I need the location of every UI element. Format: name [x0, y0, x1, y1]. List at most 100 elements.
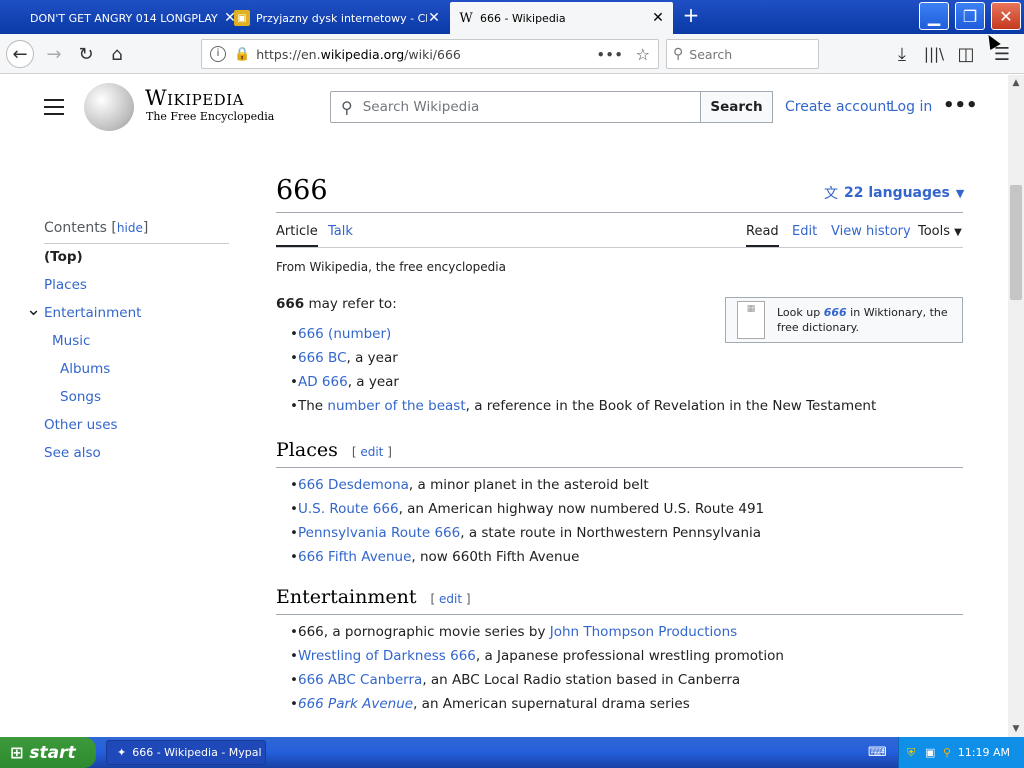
toc-item-label: (Top) [44, 249, 83, 265]
section-heading: Entertainment [ edit ] [276, 586, 963, 615]
new-tab-button[interactable]: + [680, 5, 702, 27]
item-description: , an American highway now numbered U.S. … [398, 501, 765, 517]
browser-tab-1[interactable]: DON'T GET ANGRY 014 LONGPLAY ✕ [22, 2, 245, 34]
toc-item[interactable]: Songs [44, 389, 229, 417]
minimize-button[interactable]: ▁ [919, 2, 949, 30]
bookmark-star-icon[interactable]: ☆ [636, 45, 650, 64]
item-link[interactable]: 666 Fifth Avenue [298, 549, 411, 565]
list-item: 666, a pornographic movie series by John… [276, 623, 963, 647]
toc-item-label: Other uses [44, 417, 118, 433]
forward-button[interactable]: → [40, 40, 68, 68]
toc-item-label: Places [44, 277, 87, 293]
toc-item[interactable]: Music [44, 333, 229, 361]
sidebar-button[interactable]: ◫ [952, 40, 980, 68]
wiktionary-link[interactable]: 666 [824, 306, 847, 319]
item-link[interactable]: number of the beast [327, 398, 465, 414]
list-item: 666 Park Avenue, an American supernatura… [276, 695, 963, 719]
scroll-up-icon[interactable]: ▲ [1008, 75, 1024, 91]
browser-tab-3-active[interactable]: W 666 - Wikipedia ✕ [450, 2, 673, 34]
close-tab-icon[interactable]: ✕ [427, 10, 441, 26]
item-description: , a year [346, 350, 398, 366]
list-item: Wrestling of Darkness 666, a Japanese pr… [276, 647, 963, 671]
network-icon[interactable]: ▣ [925, 746, 935, 759]
item-link[interactable]: 666 (number) [298, 326, 391, 342]
taskbar-item-mypal[interactable]: ✦ 666 - Wikipedia - Mypal [106, 740, 266, 765]
tab-talk[interactable]: Talk [328, 224, 353, 239]
tab-edit[interactable]: Edit [792, 224, 817, 239]
arrow-right-icon: → [46, 43, 62, 65]
home-button[interactable]: ⌂ [103, 40, 131, 68]
list-item: 666 (number) [276, 325, 976, 349]
toc-item[interactable]: Places [44, 277, 229, 305]
item-description: , a reference in the Book of Revelation … [465, 398, 877, 414]
create-account-link[interactable]: Create account [785, 99, 892, 115]
start-button[interactable]: ⊞ start [0, 737, 96, 768]
scroll-down-icon[interactable]: ▼ [1008, 721, 1024, 737]
drive-icon: ▣ [234, 10, 250, 26]
page-title: 666 [276, 175, 328, 206]
search-tray-icon[interactable]: ⚲ [943, 746, 951, 759]
tools-menu[interactable]: Tools ▼ [918, 224, 962, 239]
url-bar[interactable]: i 🔒 https://en.wikipedia.org/wiki/666 ••… [201, 39, 659, 69]
url-text[interactable]: https://en.wikipedia.org/wiki/666 [256, 47, 597, 62]
item-link[interactable]: AD 666 [298, 374, 348, 390]
wiki-search-button[interactable]: Search [700, 91, 773, 123]
language-button[interactable]: 文 22 languages ▼ [824, 183, 964, 203]
mypal-icon: ✦ [117, 746, 127, 759]
item-link[interactable]: 666 ABC Canberra [298, 672, 422, 688]
page-actions-icon[interactable]: ••• [597, 47, 624, 62]
item-link[interactable]: 666 BC [298, 350, 347, 366]
wikipedia-wordmark[interactable]: Wikipedia [145, 86, 244, 110]
security-shield-icon[interactable]: ⛨ [907, 746, 915, 760]
item-link[interactable]: 666 Park Avenue [298, 696, 413, 712]
toc-item[interactable]: Albums [44, 361, 229, 389]
tab-article[interactable]: Article [276, 224, 318, 247]
browser-tab-2[interactable]: ▣ Przyjazny dysk internetowy - Cho ✕ [226, 2, 449, 34]
wikipedia-globe-logo[interactable] [84, 83, 134, 131]
close-tab-icon[interactable]: ✕ [651, 10, 665, 26]
login-link[interactable]: Log in [890, 99, 932, 115]
system-tray: ⛨ ▣ ⚲ 11:19 AM [898, 737, 1024, 768]
section-edit-link[interactable]: edit [360, 445, 383, 459]
toc-item[interactable]: See also [44, 445, 229, 473]
tab-view-history[interactable]: View history [831, 224, 911, 239]
browser-search-box[interactable]: ⚲ Search [666, 39, 819, 69]
toc-item[interactable]: ⌄ Entertainment [26, 299, 229, 333]
tab-title: DON'T GET ANGRY 014 LONGPLAY [30, 11, 218, 25]
back-button[interactable]: ← [6, 40, 34, 68]
toc-item-label: See also [44, 445, 101, 461]
maximize-button[interactable]: ❐ [955, 2, 985, 30]
tab-read[interactable]: Read [746, 224, 779, 247]
wiki-search-input[interactable]: ⚲ Search Wikipedia [330, 91, 701, 123]
toc-item[interactable]: Other uses [44, 417, 229, 445]
tools-label: Tools [918, 224, 951, 239]
table-of-contents: Contents [hide] (Top) Places ⌄ Entertainmen… [26, 220, 229, 473]
item-link[interactable]: 666 Desdemona [298, 477, 409, 493]
library-button[interactable]: |||\ [920, 40, 948, 68]
section-title: Places [276, 439, 338, 461]
item-link[interactable]: U.S. Route 666 [298, 501, 399, 517]
section-list: 666, a pornographic movie series by John… [276, 623, 963, 719]
section-title: Entertainment [276, 586, 417, 608]
vertical-scrollbar[interactable]: ▲ ▼ [1008, 75, 1024, 737]
close-window-button[interactable]: ✕ [991, 2, 1021, 30]
keyboard-icon[interactable]: ⌨ [868, 745, 887, 760]
toc-item-label: Music [52, 333, 91, 349]
scrollbar-thumb[interactable] [1010, 185, 1022, 300]
item-link[interactable]: Pennsylvania Route 666 [298, 525, 460, 541]
item-description: , an ABC Local Radio station based in Ca… [422, 672, 741, 688]
section-edit-link[interactable]: edit [439, 592, 462, 606]
main-menu-button[interactable] [44, 99, 64, 115]
personal-tools-more-icon[interactable]: ••• [943, 95, 978, 116]
downloads-button[interactable]: ⤓ [888, 40, 916, 68]
item-prefix: The [298, 398, 328, 414]
section-heading: Places [ edit ] [276, 439, 963, 468]
item-link[interactable]: John Thompson Productions [550, 624, 737, 640]
chevron-down-icon[interactable]: ⌄ [26, 299, 41, 320]
toc-hide-link[interactable]: hide [117, 221, 143, 235]
item-link[interactable]: Wrestling of Darkness 666 [298, 648, 476, 664]
arrow-left-icon: ← [12, 43, 28, 65]
info-icon[interactable]: i [210, 46, 226, 62]
reload-button[interactable]: ↻ [72, 40, 100, 68]
toc-item[interactable]: (Top) [44, 249, 229, 277]
